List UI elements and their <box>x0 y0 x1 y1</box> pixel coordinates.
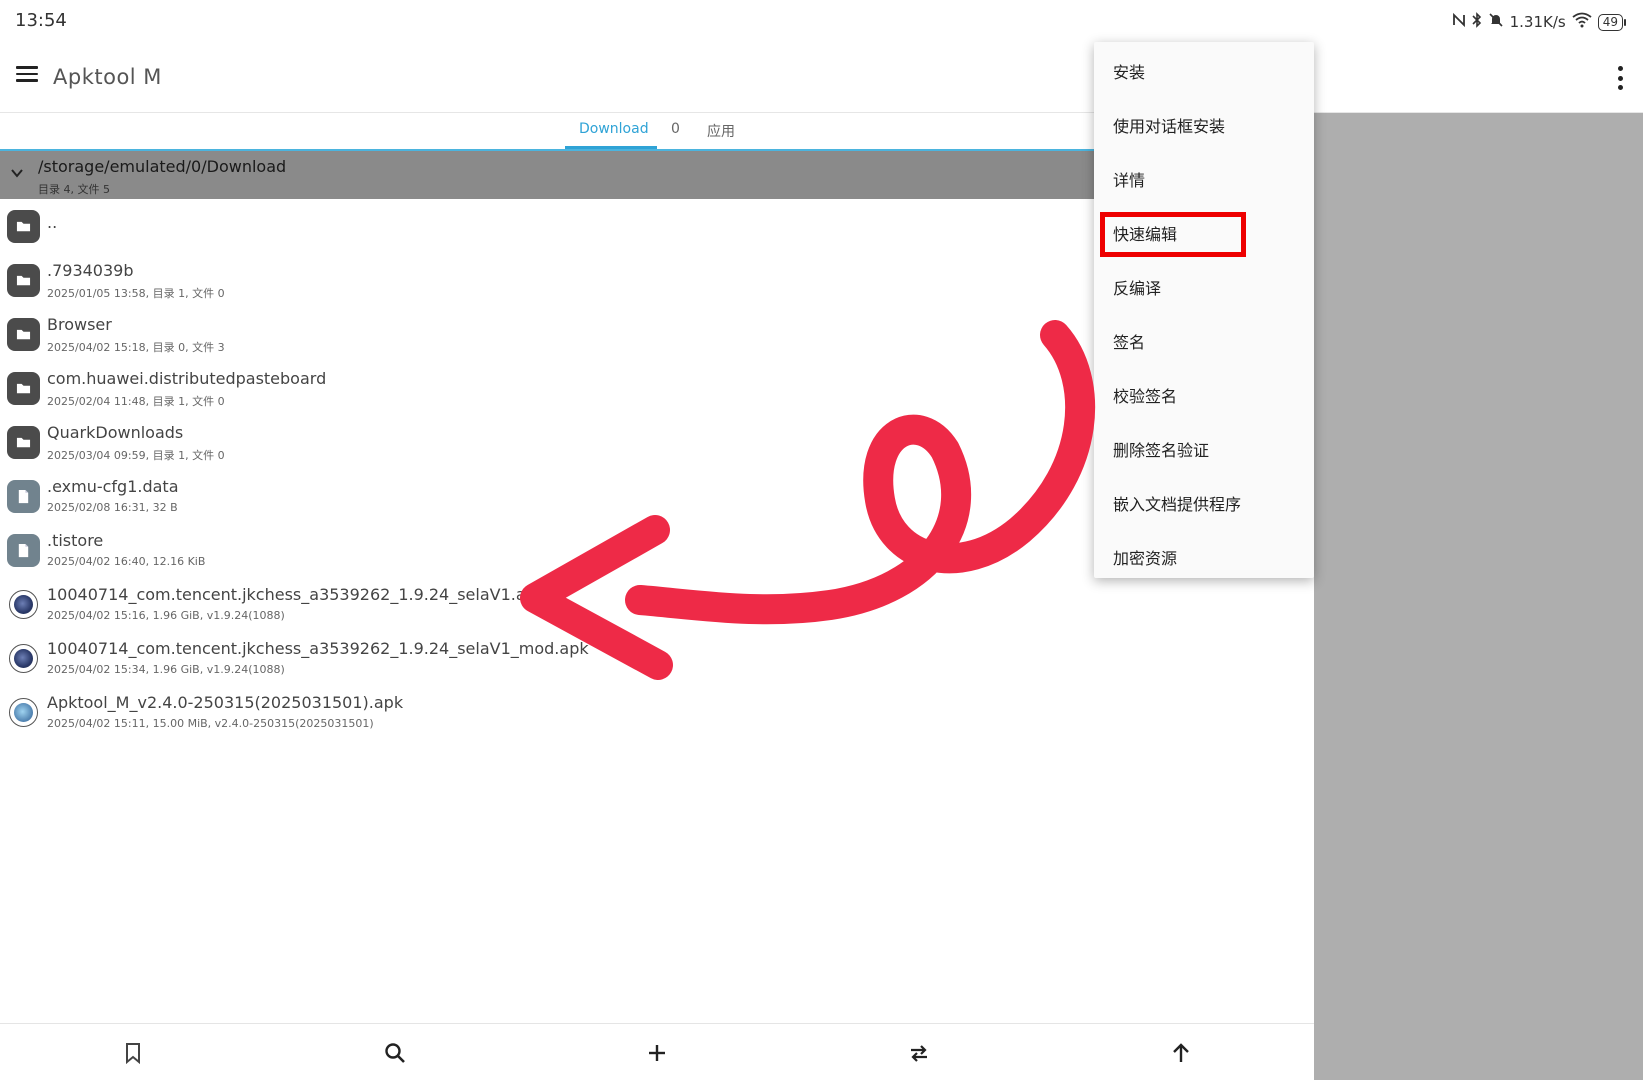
file-meta: 2025/01/05 13:58, 目录 1, 文件 0 <box>47 287 225 300</box>
menu-item-embed-doc-provider[interactable]: 嵌入文档提供程序 <box>1094 474 1314 528</box>
apktool-app-icon <box>9 698 38 727</box>
side-panel <box>1314 113 1643 1080</box>
tab-download[interactable]: Download <box>579 121 649 137</box>
chevron-down-icon[interactable] <box>10 165 24 184</box>
battery-icon: 49 <box>1597 13 1627 31</box>
arrow-up-icon[interactable] <box>1166 1038 1196 1068</box>
wifi-icon <box>1572 12 1592 32</box>
menu-item-install[interactable]: 安装 <box>1094 42 1314 96</box>
app-icon <box>9 590 38 619</box>
list-item[interactable]: 10040714_com.tencent.jkchess_a3539262_1.… <box>0 579 1314 633</box>
document-icon <box>7 480 40 513</box>
context-menu: 安装 使用对话框安装 详情 快速编辑 反编译 签名 校验签名 删除签名验证 嵌入… <box>1094 42 1314 578</box>
app-icon <box>9 644 38 673</box>
bluetooth-icon <box>1472 12 1482 32</box>
status-time: 13:54 <box>15 10 67 31</box>
bottom-toolbar <box>0 1023 1314 1081</box>
file-name: 10040714_com.tencent.jkchess_a3539262_1.… <box>47 585 546 604</box>
mute-icon <box>1488 12 1504 32</box>
more-vertical-icon[interactable] <box>1613 66 1627 90</box>
file-name: .exmu-cfg1.data <box>47 477 179 496</box>
folder-icon <box>7 372 40 405</box>
file-meta: 2025/04/02 16:40, 12.16 KiB <box>47 555 206 568</box>
file-name: .tistore <box>47 531 104 550</box>
menu-item-remove-sign-verify[interactable]: 删除签名验证 <box>1094 420 1314 474</box>
file-name: Browser <box>47 315 112 334</box>
file-meta: 2025/04/02 15:11, 15.00 MiB, v2.4.0-2503… <box>47 717 374 730</box>
file-name: .. <box>47 213 58 232</box>
file-name: com.huawei.distributedpasteboard <box>47 369 327 388</box>
add-icon[interactable] <box>642 1038 672 1068</box>
menu-item-verify-sign[interactable]: 校验签名 <box>1094 366 1314 420</box>
tab-apps[interactable]: 应用 <box>707 121 735 141</box>
folder-icon <box>7 210 40 243</box>
file-name: QuarkDownloads <box>47 423 184 442</box>
bookmark-icon[interactable] <box>118 1038 148 1068</box>
menu-item-decompile[interactable]: 反编译 <box>1094 258 1314 312</box>
file-meta: 2025/02/08 16:31, 32 B <box>47 501 178 514</box>
path-header[interactable]: /storage/emulated/0/Download 目录 4, 文件 5 <box>0 151 1094 199</box>
path-summary: 目录 4, 文件 5 <box>38 183 110 196</box>
file-meta: 2025/02/04 11:48, 目录 1, 文件 0 <box>47 395 225 408</box>
list-item[interactable]: Apktool_M_v2.4.0-250315(2025031501).apk … <box>0 687 1314 741</box>
swap-icon[interactable] <box>904 1038 934 1068</box>
highlight-box <box>1100 212 1246 257</box>
file-meta: 2025/04/02 15:34, 1.96 GiB, v1.9.24(1088… <box>47 663 285 676</box>
file-name: Apktool_M_v2.4.0-250315(2025031501).apk <box>47 693 404 712</box>
file-meta: 2025/03/04 09:59, 目录 1, 文件 0 <box>47 449 225 462</box>
current-path: /storage/emulated/0/Download <box>38 157 287 176</box>
tab-zero[interactable]: 0 <box>671 121 680 137</box>
app-title: Apktool M <box>53 65 162 89</box>
search-icon[interactable] <box>380 1038 410 1068</box>
file-name: .7934039b <box>47 261 134 280</box>
file-meta: 2025/04/02 15:18, 目录 0, 文件 3 <box>47 341 225 354</box>
menu-item-details[interactable]: 详情 <box>1094 150 1314 204</box>
status-bar: 13:54 1.31K/s 49 <box>0 0 1643 44</box>
hamburger-menu-icon[interactable] <box>14 62 40 88</box>
list-item[interactable]: 10040714_com.tencent.jkchess_a3539262_1.… <box>0 633 1314 687</box>
folder-icon <box>7 318 40 351</box>
file-meta: 2025/04/02 15:16, 1.96 GiB, v1.9.24(1088… <box>47 609 285 622</box>
folder-icon <box>7 264 40 297</box>
menu-item-encrypt-resources[interactable]: 加密资源 <box>1094 528 1314 582</box>
status-icons: 1.31K/s 49 <box>1452 12 1627 32</box>
folder-icon <box>7 426 40 459</box>
nfc-icon <box>1452 12 1466 32</box>
file-name: 10040714_com.tencent.jkchess_a3539262_1.… <box>47 639 589 658</box>
menu-item-sign[interactable]: 签名 <box>1094 312 1314 366</box>
network-speed: 1.31K/s <box>1509 13 1566 31</box>
menu-item-install-dialog[interactable]: 使用对话框安装 <box>1094 96 1314 150</box>
document-icon <box>7 534 40 567</box>
app-bar: Apktool M <box>0 44 1643 113</box>
